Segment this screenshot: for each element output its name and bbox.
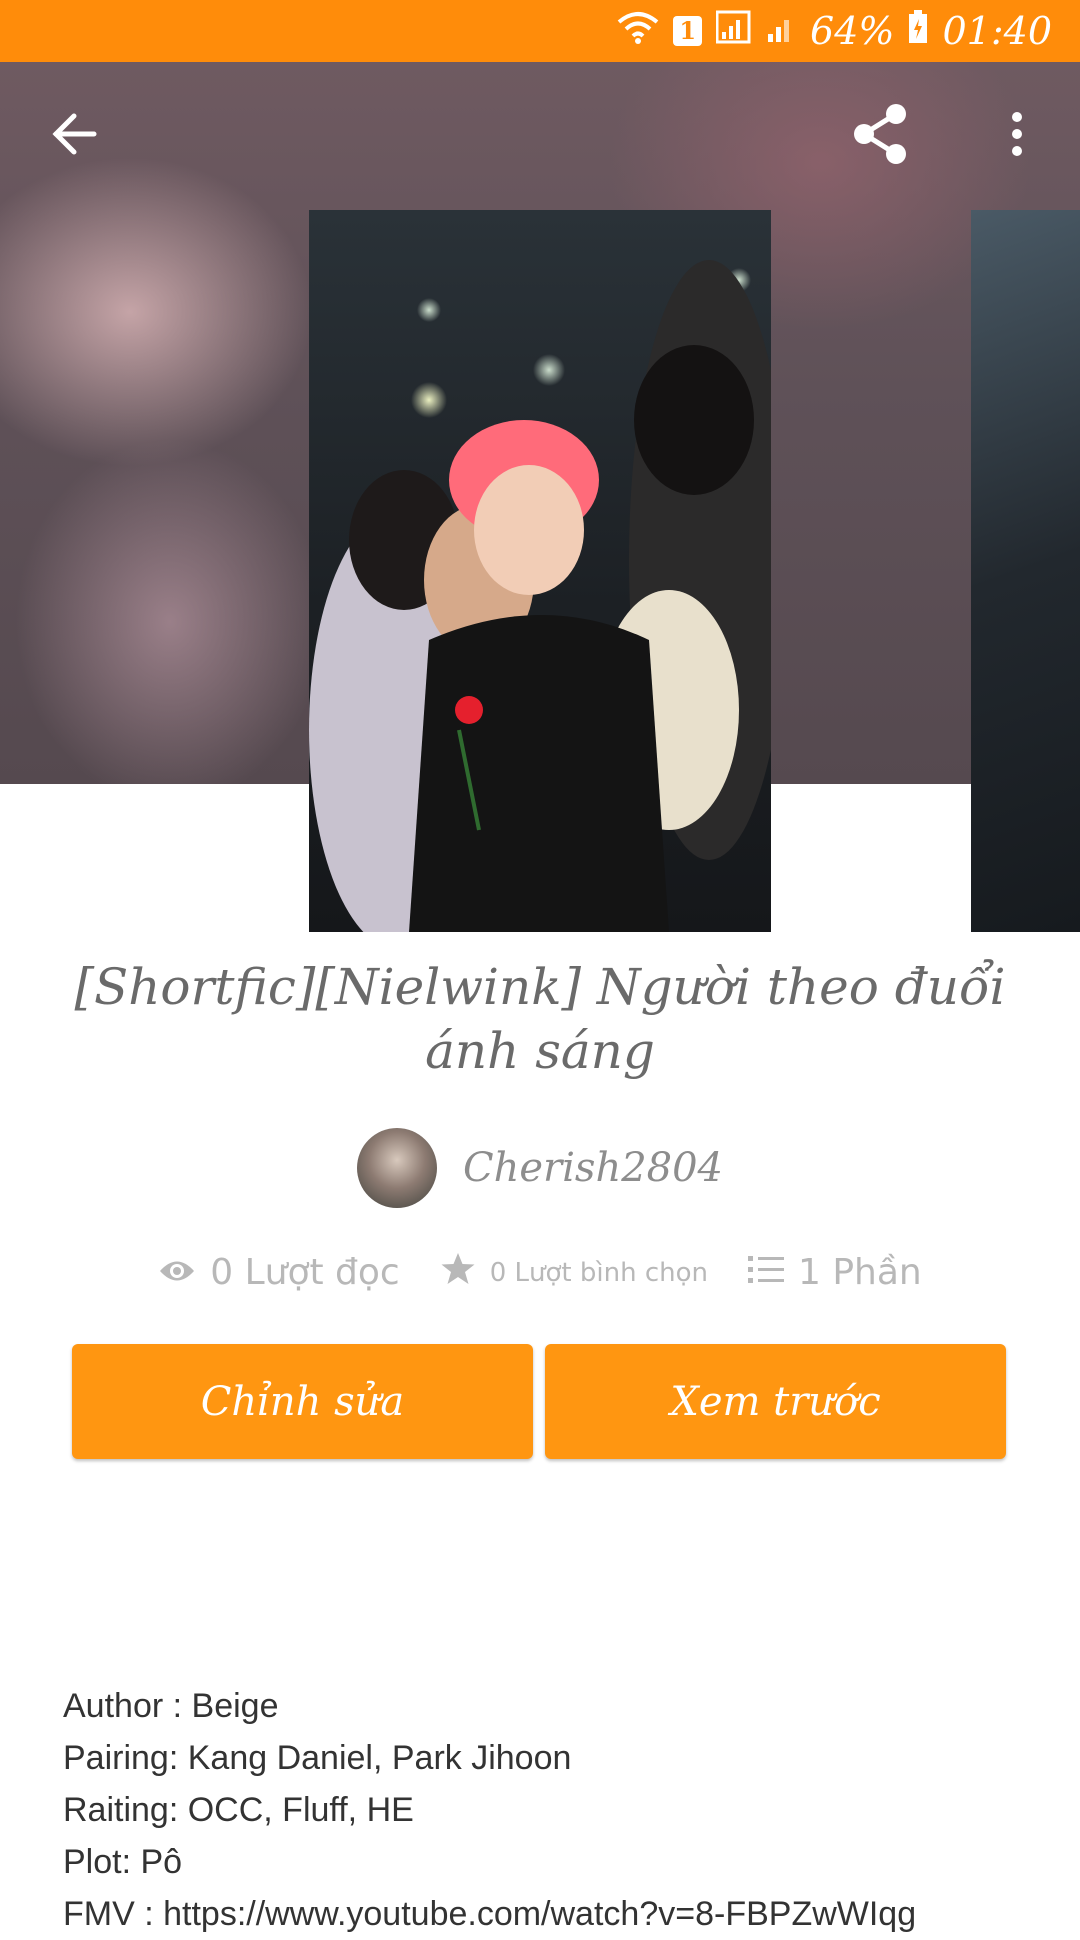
battery-icon: [908, 9, 928, 53]
next-cover-image[interactable]: [971, 210, 1080, 932]
story-title: [Shortfic][Nielwink] Người theo đuổi ánh…: [74, 958, 1006, 1080]
votes-stat: 0 Lượt bình chọn: [440, 1252, 708, 1293]
description-link[interactable]: FMV : https://www.youtube.com/watch?v=8-…: [63, 1888, 1063, 1940]
star-icon: [440, 1252, 476, 1293]
back-button[interactable]: [38, 100, 110, 172]
story-stats: 0 Lượt đọc 0 Lượt bình chọn 1 Phần: [0, 1252, 1080, 1293]
battery-percent: 64%: [810, 9, 895, 53]
more-vertical-icon: [1010, 111, 1024, 161]
description-line: Raiting: OCC, Fluff, HE: [63, 1791, 414, 1829]
avatar[interactable]: [356, 1128, 437, 1208]
author-row[interactable]: Cherish2804: [0, 1128, 1080, 1208]
story-description: Author : Beige Pairing: Kang Daniel, Par…: [63, 1680, 1063, 1940]
wifi-icon: [617, 9, 659, 53]
votes-count: 0 Lượt bình chọn: [489, 1257, 708, 1288]
list-icon: [747, 1252, 784, 1293]
clock: 01:40: [942, 9, 1052, 53]
parts-stat: 1 Phần: [747, 1252, 922, 1293]
arrow-left-icon: [50, 112, 98, 160]
preview-button[interactable]: Xem trước: [545, 1344, 1006, 1459]
reads-count: 0 Lượt đọc: [210, 1252, 400, 1293]
reads-stat: 0 Lượt đọc: [158, 1252, 400, 1293]
parts-count: 1 Phần: [797, 1252, 922, 1293]
more-options-button[interactable]: [981, 100, 1053, 172]
share-button[interactable]: [844, 100, 916, 172]
eye-icon: [158, 1252, 196, 1293]
signal-2-icon: [766, 9, 796, 53]
description-line: Pairing: Kang Daniel, Park Jihoon: [63, 1739, 572, 1777]
status-bar: 1 64% 01:40: [0, 0, 1080, 62]
description-line: Plot: Pô: [63, 1843, 183, 1881]
cover-illustration: [309, 260, 771, 932]
story-cover-image[interactable]: [309, 210, 771, 932]
edit-button[interactable]: Chỉnh sửa: [72, 1344, 533, 1459]
description-line: Author : Beige: [63, 1687, 279, 1725]
signal-icon: [715, 9, 752, 53]
author-name[interactable]: Cherish2804: [463, 1145, 723, 1191]
share-icon: [848, 102, 912, 170]
sim-badge: 1: [673, 16, 703, 46]
